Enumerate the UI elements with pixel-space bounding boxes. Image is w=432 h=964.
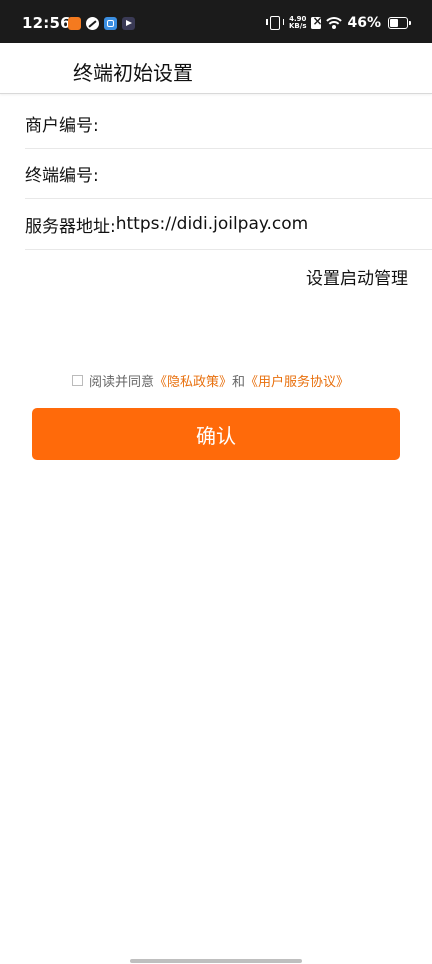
app-notification-icon: [104, 17, 117, 30]
terminal-id-field[interactable]: 终端编号:: [25, 148, 432, 199]
agree-and-text: 和: [232, 375, 246, 390]
server-address-label: 服务器地址:: [25, 216, 116, 237]
status-indicators: 4.90 KB/s 46%: [266, 14, 411, 31]
page-title: 终端初始设置: [73, 61, 193, 85]
battery-percent: 46%: [347, 15, 381, 31]
startup-manage-link[interactable]: 设置启动管理: [306, 264, 408, 289]
user-service-agreement-link[interactable]: 《用户服务协议》: [245, 371, 349, 390]
server-address-input[interactable]: https://didi.joilpay.com: [116, 214, 309, 234]
server-address-field[interactable]: 服务器地址: https://didi.joilpay.com: [25, 199, 432, 250]
confirm-button[interactable]: 确认: [32, 408, 400, 460]
title-bar: 终端初始设置: [0, 43, 432, 94]
network-speed-unit: KB/s: [289, 22, 307, 30]
play-notification-icon: [122, 17, 135, 30]
privacy-policy-link[interactable]: 《隐私政策》: [154, 371, 232, 390]
status-time: 12:56: [22, 14, 71, 32]
home-indicator[interactable]: [130, 959, 302, 963]
vibrate-icon: [266, 16, 284, 30]
status-bar: 12:56 4.90 KB/s 46%: [0, 0, 432, 43]
notification-icons: [68, 17, 135, 30]
merchant-id-label: 商户编号:: [25, 115, 99, 136]
agree-prefix: 阅读并同意: [89, 375, 155, 390]
agree-checkbox[interactable]: [72, 375, 83, 386]
merchant-id-field[interactable]: 商户编号:: [25, 98, 432, 149]
agreement-row: 阅读并同意 《隐私政策》 和 《用户服务协议》: [72, 371, 349, 390]
battery-icon: [388, 17, 411, 29]
terminal-id-label: 终端编号:: [25, 165, 99, 186]
no-sim-icon: [311, 14, 323, 29]
wifi-icon: [326, 17, 343, 29]
network-speed: 4.90 KB/s: [289, 16, 306, 30]
app-notification-icon: [68, 17, 81, 30]
app-notification-icon: [86, 17, 99, 30]
